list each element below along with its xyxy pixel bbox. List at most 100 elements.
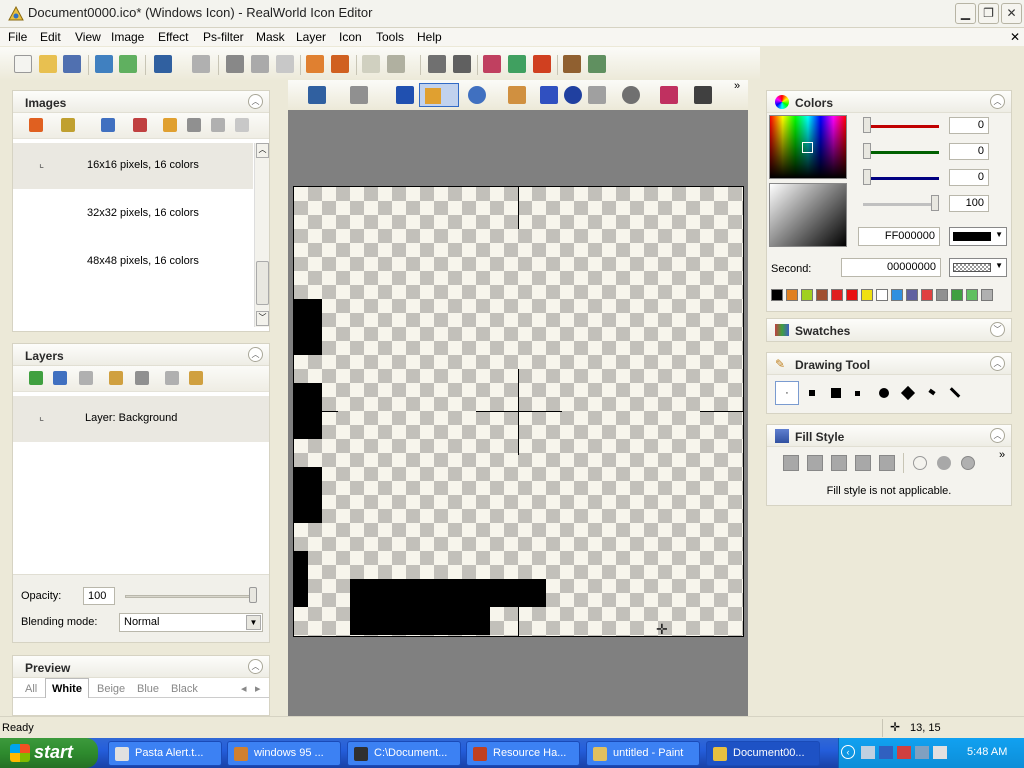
network-icon[interactable] (861, 746, 875, 759)
copy-image-icon[interactable] (211, 118, 225, 132)
copy-icon[interactable] (251, 55, 269, 73)
clock[interactable]: 5:48 AM (967, 746, 1007, 758)
text-tool-icon[interactable] (563, 55, 581, 73)
clone-stamp-icon[interactable] (588, 86, 606, 104)
palette-swatch[interactable] (861, 289, 873, 301)
collapse-icon[interactable]: ︿ (990, 428, 1005, 443)
collapse-icon[interactable]: ︿ (248, 94, 263, 109)
menu-mask[interactable]: Mask (256, 30, 285, 44)
brush-slash-large-button[interactable] (949, 387, 961, 398)
image-list-item[interactable]: 32x32 pixels, 16 colors (13, 191, 253, 237)
taskbar-item[interactable]: Resource Ha... (466, 741, 580, 766)
chevron-left-icon[interactable]: ‹ (841, 745, 855, 759)
text-a-icon[interactable] (396, 86, 414, 104)
brush-slash-small-button[interactable] (928, 388, 936, 396)
menu-file[interactable]: File (8, 30, 27, 44)
menu-tools[interactable]: Tools (376, 30, 404, 44)
green-value-input[interactable]: 0 (949, 143, 989, 160)
fill-gradient-button[interactable] (831, 455, 847, 471)
tray-security-icon[interactable] (897, 746, 911, 759)
palette-swatch[interactable] (846, 289, 858, 301)
taskbar-item[interactable]: windows 95 ... (227, 741, 341, 766)
palette-swatch[interactable] (891, 289, 903, 301)
collapse-icon[interactable]: ︿ (248, 347, 263, 362)
start-button[interactable]: start (0, 738, 98, 768)
maximize-button[interactable]: ❐ (978, 3, 999, 24)
save-icon[interactable] (63, 55, 81, 73)
undo-icon[interactable] (154, 55, 172, 73)
hand-icon[interactable] (362, 55, 380, 73)
collapse-icon[interactable]: ︿ (248, 659, 263, 674)
save-all-icon[interactable] (95, 55, 113, 73)
resize-icon[interactable] (428, 55, 446, 73)
rotate-icon[interactable] (453, 55, 471, 73)
menu-close-icon[interactable]: ✕ (1010, 30, 1020, 44)
palette-swatch[interactable] (876, 289, 888, 301)
color-picker-icon[interactable] (540, 86, 558, 104)
scroll-down-icon[interactable]: ﹀ (256, 311, 269, 326)
brush-round-button[interactable] (879, 388, 889, 398)
selection-tool-icon[interactable] (308, 86, 326, 104)
layers-paste-icon[interactable] (331, 55, 349, 73)
delete-layer-icon[interactable] (79, 371, 93, 385)
slider-thumb[interactable] (863, 117, 871, 133)
fill-pattern-button[interactable] (807, 455, 823, 471)
opacity-slider[interactable] (125, 595, 257, 598)
brush-size-1-button[interactable]: · (775, 381, 799, 405)
minimize-button[interactable]: ▁ (955, 3, 976, 24)
new-layer-icon[interactable] (29, 371, 43, 385)
menu-edit[interactable]: Edit (40, 30, 61, 44)
collapse-icon[interactable]: ︿ (990, 356, 1005, 371)
brush-plus-small-button[interactable] (855, 391, 860, 396)
color-adjust-icon[interactable] (483, 55, 501, 73)
menu-image[interactable]: Image (111, 30, 144, 44)
swatches-panel-header[interactable]: Swatches ﹀ (767, 319, 1011, 341)
menu-ps-filter[interactable]: Ps-filter (203, 30, 244, 44)
menu-icon[interactable]: Icon (339, 30, 362, 44)
opacity-input[interactable]: 100 (83, 587, 115, 605)
second-hex-input[interactable]: 00000000 (841, 258, 941, 277)
fill-bucket-icon[interactable] (508, 86, 526, 104)
icon-canvas[interactable]: ✛ (293, 186, 744, 637)
cut-icon[interactable] (226, 55, 244, 73)
menu-layer[interactable]: Layer (296, 30, 326, 44)
close-button[interactable]: ✕ (1001, 3, 1022, 24)
images-scrollbar[interactable]: ︿ ﹀ (254, 143, 269, 327)
alpha-gradient[interactable] (769, 183, 847, 247)
tab-blue[interactable]: Blue (137, 683, 159, 695)
taskbar-item[interactable]: C:\Document... (347, 741, 461, 766)
paste-icon[interactable] (276, 55, 294, 73)
duplicate-layer-icon[interactable] (109, 371, 123, 385)
fill-outline-circle-button[interactable] (913, 456, 927, 470)
pencil-tool-button[interactable] (419, 83, 459, 107)
alpha-slider[interactable] (863, 203, 939, 206)
layer-blend-icon[interactable] (660, 86, 678, 104)
import-layer-icon[interactable] (53, 371, 67, 385)
blending-mode-select[interactable]: Normal ▼ (119, 613, 263, 632)
menu-effect[interactable]: Effect (158, 30, 188, 44)
speaker-icon[interactable] (933, 746, 947, 759)
expand-icon[interactable]: ﹀ (990, 322, 1005, 337)
menu-view[interactable]: View (75, 30, 101, 44)
red-value-input[interactable]: 0 (949, 117, 989, 134)
palette-swatch[interactable] (816, 289, 828, 301)
new-file-icon[interactable] (14, 55, 32, 73)
brush-size-3-button[interactable] (831, 388, 841, 398)
chevron-right-icon[interactable]: ▸ (255, 682, 261, 695)
select-pointer-icon[interactable] (387, 55, 405, 73)
image-list-item[interactable]: 48x48 pixels, 16 colors (13, 239, 253, 285)
taskbar-item[interactable]: untitled - Paint (586, 741, 700, 766)
palette-swatch[interactable] (801, 289, 813, 301)
fill-solid-circle-button[interactable] (937, 456, 951, 470)
open-folder-icon[interactable] (39, 55, 57, 73)
green-slider[interactable] (863, 151, 939, 154)
sound-icon[interactable] (119, 55, 137, 73)
opacity-slider-thumb[interactable] (249, 587, 257, 603)
tab-all[interactable]: All (25, 683, 37, 695)
palette-swatch[interactable] (966, 289, 978, 301)
image-list-item[interactable]: ⌞ 16x16 pixels, 16 colors (13, 143, 253, 189)
dotted-line-icon[interactable] (694, 86, 712, 104)
red-slider[interactable] (863, 125, 939, 128)
fill-overflow-icon[interactable]: » (999, 449, 1005, 461)
delete-image-icon[interactable] (133, 118, 147, 132)
